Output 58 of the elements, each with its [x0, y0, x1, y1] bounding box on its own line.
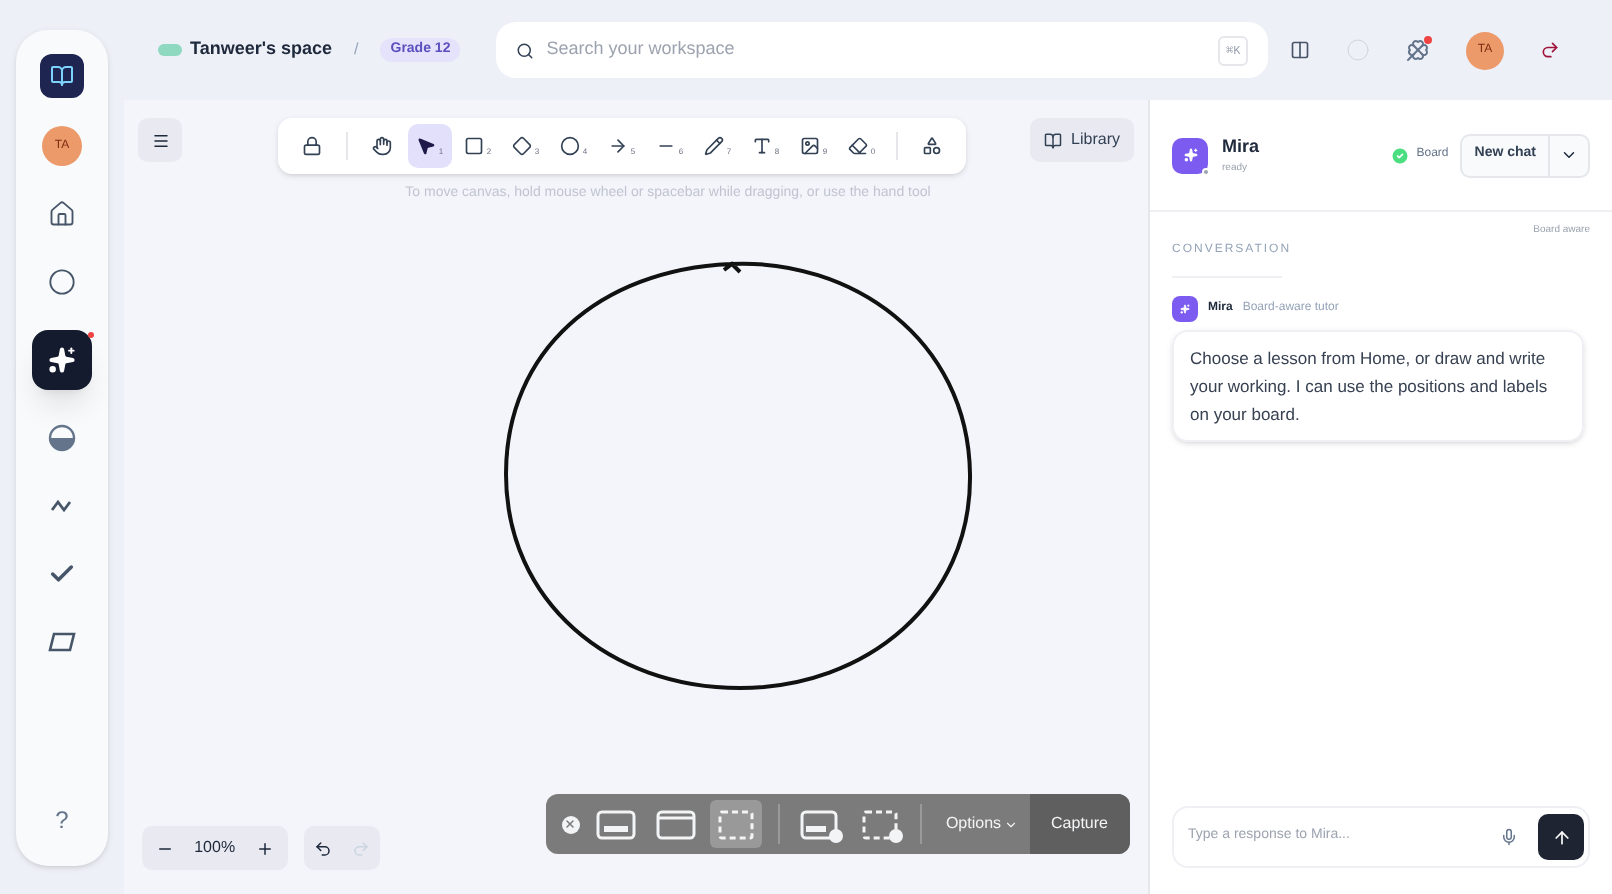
sparkle-icon [1180, 303, 1190, 313]
zoom-in-icon[interactable] [255, 839, 274, 857]
sparkle-icon [1183, 148, 1197, 162]
arrow-up-icon [1551, 827, 1571, 847]
assistant-name: Mira [1222, 134, 1260, 160]
chevron-down-icon [1003, 817, 1018, 831]
space-icon [158, 44, 182, 56]
undo-icon[interactable] [313, 839, 332, 857]
home-icon [48, 200, 76, 228]
shapes-icon [922, 136, 942, 156]
text-icon [752, 136, 773, 156]
close-button[interactable] [561, 815, 580, 833]
close-icon [564, 818, 577, 830]
sidebar-item[interactable] [32, 330, 92, 390]
record-selection-capture-icon [859, 805, 904, 843]
space-name[interactable]: Tanweer's space [190, 36, 333, 64]
options-button[interactable]: Options [933, 812, 1030, 836]
pencil-icon [704, 136, 725, 156]
notifications-button[interactable] [1406, 38, 1430, 62]
selection-capture-icon [713, 805, 758, 843]
zoom-level[interactable]: 100% [194, 836, 236, 860]
clover-icon [1406, 38, 1430, 62]
diamond-icon [512, 136, 533, 156]
logout-icon[interactable] [1540, 40, 1560, 60]
breadcrumb-separator: / [354, 38, 359, 62]
window-capture-icon [653, 805, 698, 843]
menu-button[interactable] [138, 118, 182, 162]
check-icon [48, 560, 76, 588]
split-view-icon[interactable] [1290, 40, 1310, 60]
sparkle-icon [48, 346, 76, 374]
image-icon [800, 136, 821, 156]
half-circle-icon [48, 424, 76, 452]
book-icon [1043, 131, 1062, 149]
record-full-capture-icon [799, 805, 844, 843]
lock-icon [302, 136, 322, 156]
squiggle-icon [50, 498, 74, 514]
microphone-icon[interactable] [1500, 828, 1518, 846]
circle-icon [560, 136, 581, 156]
send-button[interactable] [1538, 814, 1584, 860]
pointer-icon [416, 136, 437, 156]
help-button[interactable]: ? [55, 802, 69, 838]
book-icon [50, 64, 74, 88]
capture-mode-button[interactable] [709, 800, 762, 848]
chevron-down-icon[interactable] [1560, 146, 1578, 164]
search-icon [516, 41, 535, 59]
message-bubble: Choose a lesson from Home, or draw and write your working. I can use the positions and labels on your board. [1172, 329, 1584, 441]
circle-icon [48, 268, 76, 296]
library-button[interactable]: Library [1029, 118, 1134, 162]
parallelogram-icon [48, 632, 76, 652]
square-icon [464, 136, 485, 156]
arrow-icon [608, 136, 629, 156]
app-logo[interactable] [40, 54, 84, 98]
full-capture-icon [593, 805, 638, 843]
menu-icon [151, 131, 169, 149]
check-icon [1390, 145, 1411, 165]
hand-icon [372, 136, 392, 156]
eraser-icon [848, 136, 869, 156]
capture-button[interactable]: Capture [1029, 794, 1130, 854]
